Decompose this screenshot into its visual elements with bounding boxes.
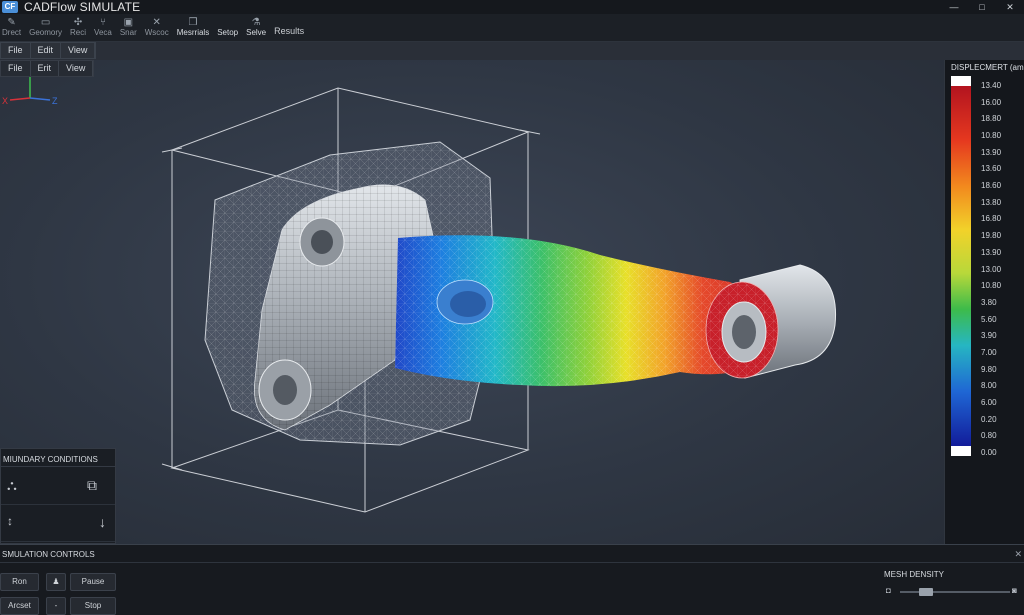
legend-value: 16.00: [981, 97, 1002, 107]
pin-constraint-icon[interactable]: ↕: [7, 514, 13, 528]
legend-value: 16.80: [981, 214, 1002, 224]
tool-label: Drect: [2, 28, 22, 37]
tool-label: Geomory: [29, 28, 63, 37]
minimize-button[interactable]: —: [940, 0, 968, 14]
legend-title: DISPLECMERT (amm): [951, 63, 1024, 72]
axis-z-label: Z: [52, 96, 58, 106]
app-title: CADFlow SIMULATE: [24, 0, 141, 14]
menu-bar-secondary: File Erit View: [0, 60, 95, 77]
pencil-icon: ✎: [7, 17, 16, 28]
legend-value: 8.00: [981, 381, 997, 391]
legend-value: 18.80: [981, 114, 1002, 124]
legend-value: 7.00: [981, 347, 997, 357]
mesh-density-title: MESH DENSITY: [884, 570, 945, 579]
divider: [0, 562, 1024, 563]
flask-icon: ⚗: [251, 17, 261, 28]
cube-icon: ❒: [188, 17, 198, 28]
slider-thumb[interactable]: [919, 588, 934, 596]
wrench-icon: ✕: [152, 17, 161, 28]
tool-reci[interactable]: ✣ Reci: [70, 17, 86, 41]
legend-value: 3.80: [981, 297, 997, 307]
tool-veca[interactable]: ⑂ Veca: [94, 17, 112, 41]
legend-value: 3.90: [981, 331, 997, 341]
fixed-support-icon[interactable]: ⛬: [7, 477, 17, 494]
tool-snar[interactable]: ▣ Snar: [120, 17, 137, 41]
legend-value: 13.90: [981, 147, 1002, 157]
menu-view[interactable]: View: [61, 43, 96, 58]
tool-label: Wscoc: [144, 28, 169, 37]
pause-button[interactable]: Pause: [70, 573, 116, 591]
tool-wscoc[interactable]: ✕ Wscoc: [145, 17, 169, 41]
model-render: [161, 87, 837, 513]
legend-value: 10.80: [981, 131, 1002, 141]
legend-value: 10.80: [981, 281, 1002, 291]
tool-label: Setop: [217, 28, 239, 37]
legend-value: 18.60: [981, 181, 1002, 191]
mesh-fine-icon: ◙: [1012, 586, 1017, 595]
menu-edit-secondary[interactable]: Erit: [31, 61, 60, 76]
app-logo-icon: CF: [2, 1, 18, 13]
displacement-legend: DISPLECMERT (amm) 13.4016.0018.801: [944, 60, 1024, 544]
grid-icon: ✣: [73, 17, 83, 28]
box-icon: ▣: [123, 17, 134, 28]
legend-value: 13.80: [981, 197, 1002, 207]
menu-bar: File Edit View: [0, 42, 97, 59]
tool-label: Results: [274, 26, 305, 36]
menu-view-secondary[interactable]: View: [59, 61, 94, 76]
tool-setup[interactable]: Setop: [217, 17, 238, 41]
tool-geometry[interactable]: ▭ Geomory: [29, 17, 62, 41]
tool-label: Mesrrials: [176, 28, 210, 37]
arrow-down-icon[interactable]: ↓: [99, 514, 106, 530]
legend-value: 19.80: [981, 231, 1002, 241]
3d-viewport[interactable]: Y X Z: [0, 60, 944, 544]
bc-row-constraints: ↕ ↓: [1, 506, 115, 542]
tool-label: Selve: [246, 28, 267, 37]
tool-label: Veca: [94, 28, 112, 37]
legend-value: 13.40: [981, 81, 1002, 90]
reset-button[interactable]: Arcset: [0, 597, 39, 615]
person-icon[interactable]: ♟: [46, 573, 66, 591]
simulation-controls-title: SMULATION CONTROLS: [2, 550, 95, 559]
tool-materials[interactable]: ❒ Mesrrials: [177, 17, 209, 41]
simulation-controls-panel: SMULATION CONTROLS ✕ Ron ♟ Pause Arcset …: [0, 544, 1024, 615]
mesh-coarse-icon: ◘: [886, 586, 891, 595]
menu-file-secondary[interactable]: File: [1, 61, 31, 76]
menu-file[interactable]: File: [1, 43, 31, 58]
legend-value: 13.60: [981, 164, 1002, 174]
legend-value: 0.80: [981, 431, 997, 441]
tool-label: Snar: [119, 28, 137, 37]
fork-icon: ⑂: [99, 17, 106, 28]
maximize-button[interactable]: □: [968, 0, 996, 14]
bc-row-fixed: ⛬ ⧉: [1, 469, 115, 505]
legend-color-bar: [951, 76, 971, 456]
window-controls: — □ ✕: [940, 0, 1024, 14]
boundary-conditions-title: MIUNDARY CONDITIONS: [1, 449, 115, 467]
legend-value: 0.20: [981, 414, 997, 424]
axis-x-label: X: [2, 96, 8, 106]
legend-value: 13.00: [981, 264, 1002, 274]
boundary-conditions-panel: MIUNDARY CONDITIONS ⛬ ⧉ ↕ ↓: [0, 448, 116, 544]
tool-solve[interactable]: ⚗ Selve: [246, 17, 266, 41]
run-button[interactable]: Ron: [0, 573, 39, 591]
tool-results[interactable]: Results: [274, 26, 304, 41]
mesh-density-slider[interactable]: [900, 588, 1010, 596]
legend-value: 13.90: [981, 247, 1002, 257]
stop-button[interactable]: Stop: [70, 597, 116, 615]
tool-label: Reci: [70, 28, 87, 37]
legend-value: 6.00: [981, 397, 997, 407]
close-icon[interactable]: ✕: [1014, 549, 1022, 560]
app-window: CF CADFlow SIMULATE — □ ✕ ✎ Drect ▭ Geom…: [0, 0, 1024, 615]
title-bar: CF CADFlow SIMULATE — □ ✕: [0, 0, 1024, 14]
menu-edit[interactable]: Edit: [31, 43, 62, 58]
tool-drect[interactable]: ✎ Drect: [2, 17, 21, 41]
legend-value: 0.00: [981, 448, 997, 457]
dash-icon[interactable]: -: [46, 597, 66, 615]
force-load-icon[interactable]: ⧉: [87, 477, 97, 494]
close-button[interactable]: ✕: [996, 0, 1024, 14]
folder-icon: ▭: [40, 17, 51, 28]
legend-value: 5.60: [981, 314, 997, 324]
main-toolbar: ✎ Drect ▭ Geomory ✣ Reci ⑂ Veca ▣ Snar ✕…: [0, 14, 1024, 42]
legend-value: 9.80: [981, 364, 997, 374]
